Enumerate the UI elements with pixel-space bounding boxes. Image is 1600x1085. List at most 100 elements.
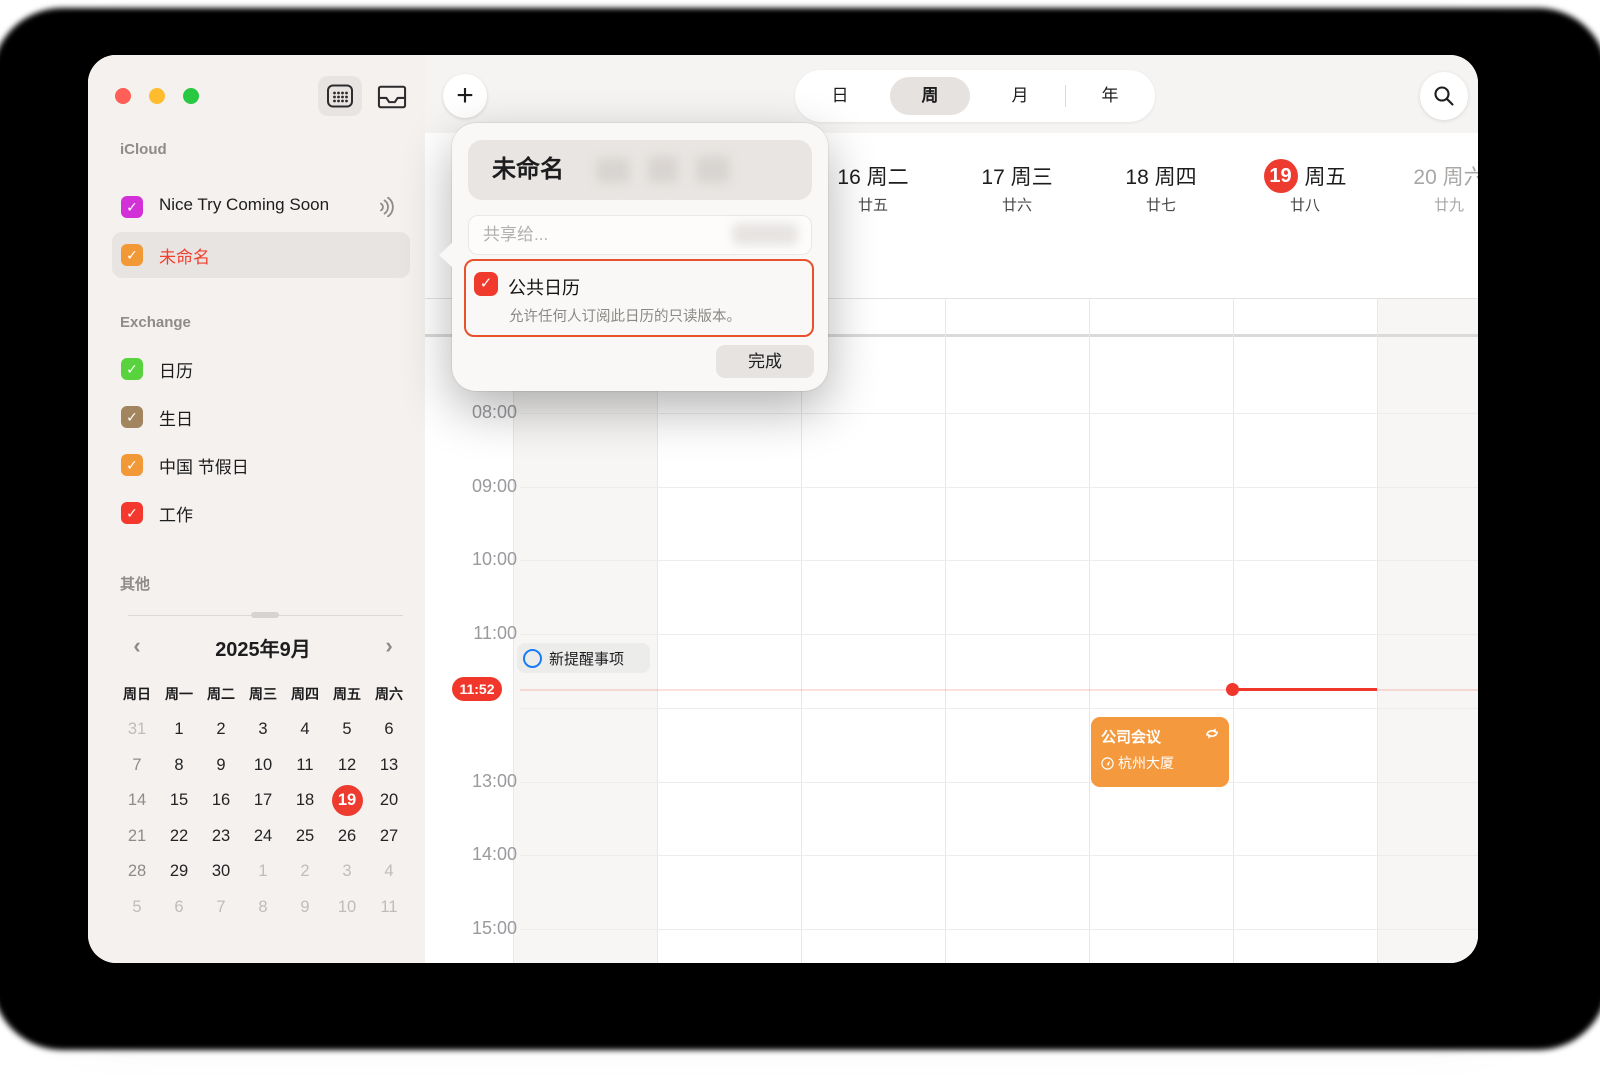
calendar-checkbox[interactable]: ✓ bbox=[121, 244, 143, 266]
mini-day[interactable]: 30 bbox=[200, 854, 242, 890]
mini-day[interactable]: 7 bbox=[116, 748, 158, 784]
mini-day[interactable]: 2 bbox=[284, 854, 326, 890]
calendar-checkbox[interactable]: ✓ bbox=[121, 454, 143, 476]
day-gridline bbox=[945, 298, 946, 963]
mini-day[interactable]: 22 bbox=[158, 819, 200, 855]
day-header[interactable]: 20 周六 bbox=[1377, 158, 1478, 194]
view-tab-1[interactable]: 日 bbox=[795, 70, 885, 122]
mini-day[interactable]: 25 bbox=[284, 819, 326, 855]
done-button[interactable]: 完成 bbox=[716, 345, 814, 378]
mini-day[interactable]: 15 bbox=[158, 783, 200, 819]
sidebar-calendar-item[interactable]: ✓ 日历 bbox=[112, 346, 410, 392]
repeat-icon bbox=[1204, 727, 1220, 740]
mini-day[interactable]: 2 bbox=[200, 712, 242, 748]
mini-next-month-button[interactable]: › bbox=[368, 633, 410, 659]
close-button[interactable] bbox=[115, 88, 131, 104]
search-button[interactable] bbox=[1420, 72, 1468, 120]
sidebar-calendar-item[interactable]: ✓工作 bbox=[112, 490, 410, 536]
mini-day[interactable]: 19 bbox=[326, 783, 368, 819]
mini-day[interactable]: 9 bbox=[284, 890, 326, 926]
mini-day[interactable]: 18 bbox=[284, 783, 326, 819]
day-header[interactable]: 19周五 bbox=[1233, 158, 1377, 194]
mini-day[interactable]: 5 bbox=[326, 712, 368, 748]
calendar-checkbox[interactable]: ✓ bbox=[121, 502, 143, 524]
mini-day[interactable]: 27 bbox=[368, 819, 410, 855]
hour-label: 14:00 bbox=[425, 844, 517, 865]
current-time-dot bbox=[1226, 683, 1239, 696]
mini-day[interactable]: 28 bbox=[116, 854, 158, 890]
mini-day[interactable]: 8 bbox=[242, 890, 284, 926]
mini-day[interactable]: 4 bbox=[368, 854, 410, 890]
mini-day[interactable]: 26 bbox=[326, 819, 368, 855]
hour-label: 15:00 bbox=[425, 918, 517, 939]
mini-day[interactable]: 3 bbox=[242, 712, 284, 748]
mini-day[interactable]: 13 bbox=[368, 748, 410, 784]
mini-day[interactable]: 7 bbox=[200, 890, 242, 926]
calendar-name-field[interactable]: 未命名 bbox=[468, 140, 812, 200]
mini-day[interactable]: 31 bbox=[116, 712, 158, 748]
sidebar-resize-handle[interactable] bbox=[251, 612, 279, 618]
mini-day[interactable]: 3 bbox=[326, 854, 368, 890]
public-calendar-checkbox[interactable]: ✓ bbox=[474, 272, 498, 296]
calendar-checkbox[interactable]: ✓ bbox=[121, 358, 143, 380]
mini-day[interactable]: 29 bbox=[158, 854, 200, 890]
minimize-button[interactable] bbox=[149, 88, 165, 104]
mini-day[interactable]: 1 bbox=[158, 712, 200, 748]
public-calendar-option: ✓ 公共日历 允许任何人订阅此日历的只读版本。 bbox=[464, 259, 814, 337]
mini-day[interactable]: 6 bbox=[368, 712, 410, 748]
mini-weekday-label: 周四 bbox=[284, 684, 326, 708]
calendar-item-label: 日历 bbox=[159, 357, 193, 382]
mini-day[interactable]: 23 bbox=[200, 819, 242, 855]
redacted-text bbox=[648, 156, 678, 183]
mini-calendar-header: ‹ 2025年9月 › bbox=[116, 633, 410, 671]
mini-weekday-label: 周二 bbox=[200, 684, 242, 708]
event-location: 杭州大厦 bbox=[1118, 753, 1174, 773]
day-lunar-label: 廿八 bbox=[1233, 194, 1377, 215]
add-event-button[interactable]: + bbox=[443, 74, 487, 118]
sidebar-calendar-item[interactable]: ✓中国 节假日 bbox=[112, 442, 410, 488]
share-calendar-popover: 未命名 ✓ 公共日历 允许任何人订阅此日历的只读版本。 完成 bbox=[452, 123, 828, 391]
mini-day[interactable]: 10 bbox=[326, 890, 368, 926]
hour-gridline bbox=[520, 487, 1478, 488]
reminder-item[interactable]: 新提醒事项 bbox=[517, 643, 650, 673]
mini-day[interactable]: 16 bbox=[200, 783, 242, 819]
mini-day[interactable]: 14 bbox=[116, 783, 158, 819]
sidebar-calendar-item[interactable]: ✓生日 bbox=[112, 394, 410, 440]
calendar-list-toggle-button[interactable] bbox=[318, 76, 362, 116]
mini-weekday-row: 周日周一周二周三周四周五周六 bbox=[116, 684, 410, 708]
sidebar-calendar-item[interactable]: ✓Nice Try Coming Soon bbox=[112, 184, 410, 230]
mini-day[interactable]: 4 bbox=[284, 712, 326, 748]
mini-day[interactable]: 5 bbox=[116, 890, 158, 926]
view-tab-3[interactable]: 月 bbox=[975, 70, 1065, 122]
sidebar-calendar-item[interactable]: ✓未命名 bbox=[112, 232, 410, 278]
mini-day[interactable]: 24 bbox=[242, 819, 284, 855]
mini-day[interactable]: 11 bbox=[368, 890, 410, 926]
today-date-badge: 19 bbox=[1264, 159, 1298, 193]
day-header[interactable]: 17 周三 bbox=[945, 158, 1089, 194]
mini-day[interactable]: 8 bbox=[158, 748, 200, 784]
mini-day[interactable]: 1 bbox=[242, 854, 284, 890]
calendar-checkbox[interactable]: ✓ bbox=[121, 196, 143, 218]
mini-day[interactable]: 6 bbox=[158, 890, 200, 926]
mini-calendar: ‹ 2025年9月 › 周日周一周二周三周四周五周六 3112345678910… bbox=[116, 633, 410, 925]
mini-today-badge: 19 bbox=[332, 785, 363, 816]
view-tab-2[interactable]: 周 bbox=[885, 70, 975, 122]
mini-day[interactable]: 9 bbox=[200, 748, 242, 784]
day-header[interactable]: 18 周四 bbox=[1089, 158, 1233, 194]
mini-day[interactable]: 12 bbox=[326, 748, 368, 784]
reminder-circle-icon[interactable] bbox=[523, 649, 542, 668]
view-tab-4[interactable]: 年 bbox=[1065, 70, 1155, 122]
day-gridline bbox=[657, 298, 658, 963]
mini-day[interactable]: 21 bbox=[116, 819, 158, 855]
zoom-button[interactable] bbox=[183, 88, 199, 104]
mini-day[interactable]: 11 bbox=[284, 748, 326, 784]
event-card[interactable]: 公司会议 杭州大厦 bbox=[1091, 717, 1229, 787]
mini-day[interactable]: 17 bbox=[242, 783, 284, 819]
inbox-button[interactable] bbox=[372, 79, 412, 115]
redacted-text bbox=[732, 223, 798, 245]
popover-tail bbox=[439, 242, 453, 268]
hour-gridline bbox=[520, 708, 1478, 709]
mini-day[interactable]: 20 bbox=[368, 783, 410, 819]
calendar-checkbox[interactable]: ✓ bbox=[121, 406, 143, 428]
mini-day[interactable]: 10 bbox=[242, 748, 284, 784]
